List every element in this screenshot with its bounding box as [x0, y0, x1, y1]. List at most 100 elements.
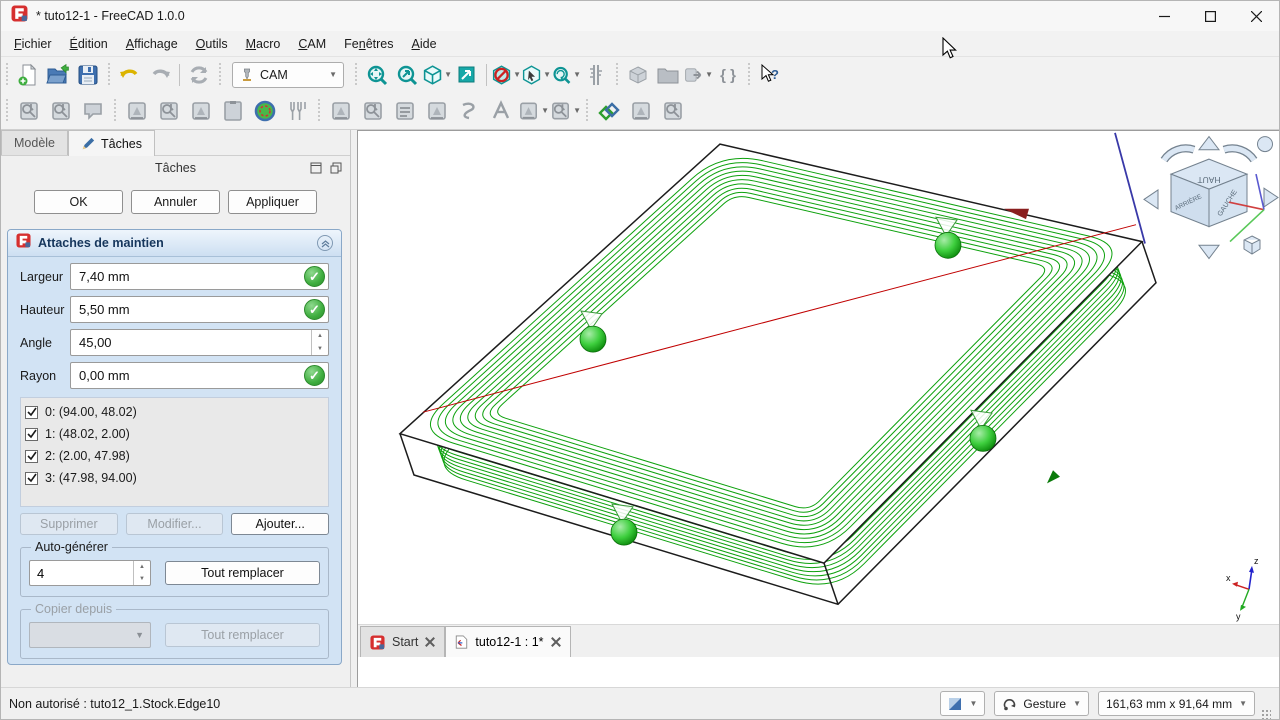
- toolbar-grip[interactable]: [216, 63, 224, 87]
- largeur-input[interactable]: 7,40 mm✓: [70, 263, 329, 290]
- draw-style-select[interactable]: ▼: [940, 691, 985, 716]
- cam-job-button[interactable]: [13, 95, 45, 127]
- menu-item-edition[interactable]: Édition: [61, 34, 117, 54]
- cam-toolbits-button[interactable]: [281, 95, 313, 127]
- cam-deburr-button[interactable]: ▼: [549, 95, 581, 127]
- toolbar-grip[interactable]: [583, 99, 591, 123]
- menu-item-fenetres[interactable]: Fenêtres: [335, 34, 402, 54]
- cam-comment-button[interactable]: [77, 95, 109, 127]
- zoom-tools-button[interactable]: ▼: [551, 60, 581, 90]
- ajouter-button[interactable]: Ajouter...: [231, 513, 329, 535]
- group-button[interactable]: [653, 60, 683, 90]
- modifier-button[interactable]: Modifier...: [126, 513, 224, 535]
- close-button[interactable]: [1233, 1, 1279, 31]
- cam-post-process-button[interactable]: [45, 95, 77, 127]
- expression-button[interactable]: { }: [713, 60, 743, 90]
- supprimer-button[interactable]: Supprimer: [20, 513, 118, 535]
- cam-inspect-button[interactable]: [121, 95, 153, 127]
- cam-toolbit-library-button[interactable]: [249, 95, 281, 127]
- fit-selection-button[interactable]: [392, 60, 422, 90]
- cam-helix-button[interactable]: [453, 95, 485, 127]
- tab-checkbox[interactable]: [25, 428, 38, 441]
- cam-pocket-button[interactable]: [357, 95, 389, 127]
- angle-input[interactable]: 45,00▲▼: [70, 329, 329, 356]
- maximize-button[interactable]: [1187, 1, 1233, 31]
- menu-item-macro[interactable]: Macro: [237, 34, 290, 54]
- dock-tab-modele[interactable]: Modèle: [1, 130, 68, 155]
- cam-adaptive-button[interactable]: [485, 95, 517, 127]
- tab-list-item[interactable]: 3: (47.98, 94.00): [25, 467, 324, 489]
- cam-drilling-button[interactable]: [389, 95, 421, 127]
- redo-button[interactable]: [145, 60, 175, 90]
- measure-button[interactable]: [581, 60, 611, 90]
- copy-from-select[interactable]: ▼: [29, 622, 151, 648]
- tab-coordinate-list[interactable]: 0: (94.00, 48.02)1: (48.02, 2.00)2: (2.0…: [20, 397, 329, 507]
- cam-face-button[interactable]: [421, 95, 453, 127]
- ok-button[interactable]: OK: [34, 190, 123, 214]
- cam-profile-button[interactable]: [325, 95, 357, 127]
- mdi-tab-document[interactable]: tuto12-1 : 1*: [445, 626, 570, 657]
- cam-dressup-tags-button[interactable]: [593, 95, 625, 127]
- menu-item-fichier[interactable]: Fichier: [5, 34, 61, 54]
- open-file-button[interactable]: [43, 60, 73, 90]
- clipping-plane-button[interactable]: ▼: [491, 60, 521, 90]
- close-tab-icon[interactable]: [425, 637, 435, 647]
- dock-tab-taches[interactable]: Tâches: [68, 130, 155, 156]
- sync-view-button[interactable]: [452, 60, 482, 90]
- whats-this-button[interactable]: ?: [755, 60, 785, 90]
- spinner-buttons[interactable]: ▲▼: [311, 330, 328, 355]
- toolbar-grip[interactable]: [3, 63, 11, 87]
- toolbar-grip[interactable]: [613, 63, 621, 87]
- menu-item-affichage[interactable]: Affichage: [117, 34, 187, 54]
- menu-item-aide[interactable]: Aide: [403, 34, 446, 54]
- tab-list-item[interactable]: 2: (2.00, 47.98): [25, 445, 324, 467]
- toolbar-grip[interactable]: [315, 99, 323, 123]
- cam-dressup-dogbone-button[interactable]: [657, 95, 689, 127]
- redo-icon: [148, 63, 172, 87]
- toolbar-grip[interactable]: [105, 63, 113, 87]
- autogenerate-replace-all-button[interactable]: Tout remplacer: [165, 561, 320, 585]
- autogenerate-count-input[interactable]: 4 ▲▼: [29, 560, 151, 586]
- undo-button[interactable]: [115, 60, 145, 90]
- collapse-chevron-icon[interactable]: [317, 235, 333, 251]
- cancel-button[interactable]: Annuler: [131, 190, 220, 214]
- copy-from-replace-all-button[interactable]: Tout remplacer: [165, 623, 320, 647]
- tab-checkbox[interactable]: [25, 472, 38, 485]
- minimize-button[interactable]: [1141, 1, 1187, 31]
- workbench-selector[interactable]: CAM▼: [232, 62, 344, 88]
- fit-all-button[interactable]: [362, 60, 392, 90]
- mdi-tab-start[interactable]: Start: [360, 626, 445, 657]
- cam-engrave-button[interactable]: ▼: [517, 95, 549, 127]
- tab-list-item[interactable]: 1: (48.02, 2.00): [25, 423, 324, 445]
- cam-dressup-boundary-button[interactable]: [625, 95, 657, 127]
- toolbar-grip[interactable]: [352, 63, 360, 87]
- hauteur-input[interactable]: 5,50 mm✓: [70, 296, 329, 323]
- menu-item-outils[interactable]: Outils: [187, 34, 237, 54]
- tab-checkbox[interactable]: [25, 406, 38, 419]
- refresh-button[interactable]: [184, 60, 214, 90]
- 3d-viewport[interactable]: HAUTARRIÈREGAUCHEzxy: [358, 131, 1279, 624]
- apply-button[interactable]: Appliquer: [228, 190, 317, 214]
- float-window-icon[interactable]: [330, 162, 342, 174]
- new-file-button[interactable]: [13, 60, 43, 90]
- menu-item-cam[interactable]: CAM: [289, 34, 335, 54]
- view-dimensions-select[interactable]: 161,63 mm x 91,64 mm ▼: [1098, 691, 1255, 716]
- view-isometric-button[interactable]: ▼: [422, 60, 452, 90]
- cam-selection-plane-button[interactable]: [217, 95, 249, 127]
- toolbar-grip[interactable]: [111, 99, 119, 123]
- resize-grip[interactable]: [1261, 709, 1271, 719]
- tab-list-item[interactable]: 0: (94.00, 48.02): [25, 401, 324, 423]
- toolbar-grip[interactable]: [745, 63, 753, 87]
- cam-simulator-new-button[interactable]: [185, 95, 217, 127]
- cam-simulator-button[interactable]: [153, 95, 185, 127]
- dock-window-icon[interactable]: [310, 162, 322, 174]
- navigation-style-select[interactable]: Gesture ▼: [994, 691, 1089, 716]
- share-button[interactable]: ▼: [683, 60, 713, 90]
- part-tools-button[interactable]: [623, 60, 653, 90]
- toolbar-grip[interactable]: [3, 99, 11, 123]
- tab-checkbox[interactable]: [25, 450, 38, 463]
- rayon-input[interactable]: 0,00 mm✓: [70, 362, 329, 389]
- close-tab-icon[interactable]: [551, 637, 561, 647]
- select-view-button[interactable]: ▼: [521, 60, 551, 90]
- save-button[interactable]: [73, 60, 103, 90]
